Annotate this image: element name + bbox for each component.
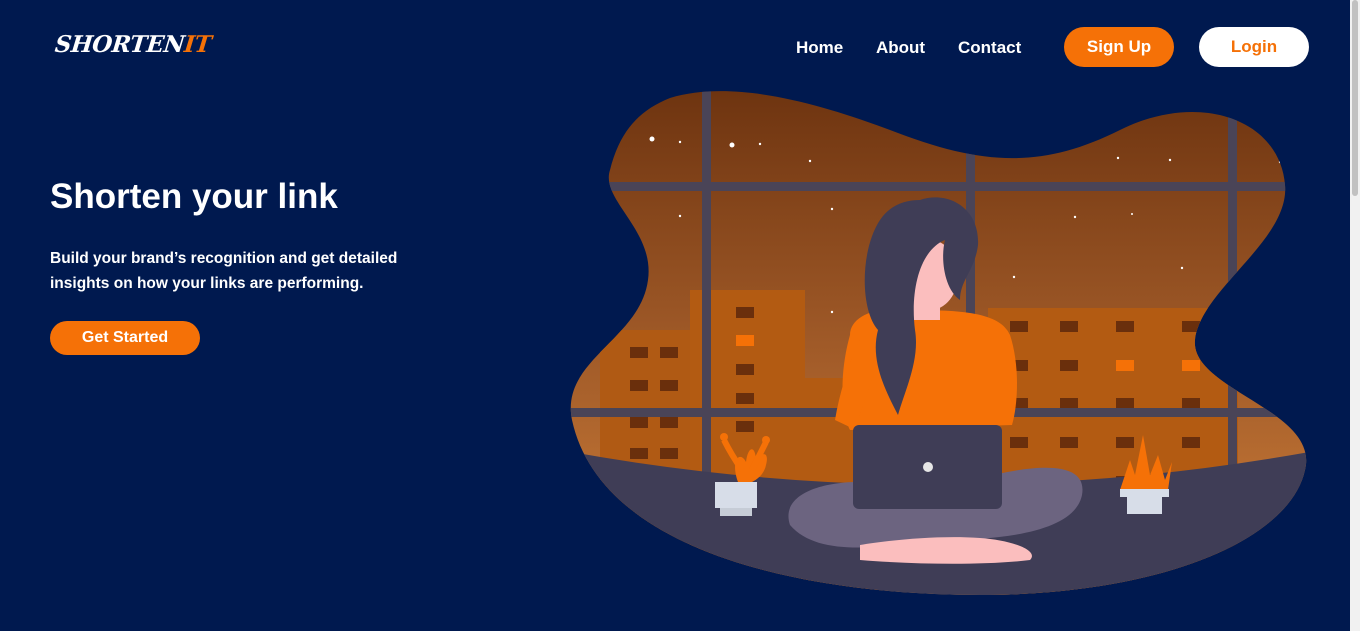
logo[interactable]: SHORTENIT [54, 31, 213, 58]
hero-subtitle: Build your brand’s recognition and get d… [50, 250, 398, 292]
logo-text-accent: IT [182, 31, 213, 58]
logo-text-main: SHORTEN [53, 31, 186, 58]
get-started-button[interactable]: Get Started [50, 321, 200, 355]
hero-title: Shorten your link [50, 177, 338, 216]
nav-about-link[interactable]: About [876, 38, 925, 58]
hero-illustration [570, 91, 1307, 596]
login-button[interactable]: Login [1199, 27, 1309, 67]
signup-button[interactable]: Sign Up [1064, 27, 1174, 67]
scrollbar-thumb[interactable] [1352, 0, 1358, 196]
scrollbar[interactable] [1350, 0, 1360, 631]
nav-contact-link[interactable]: Contact [958, 38, 1021, 58]
nav-home-link[interactable]: Home [796, 38, 843, 58]
